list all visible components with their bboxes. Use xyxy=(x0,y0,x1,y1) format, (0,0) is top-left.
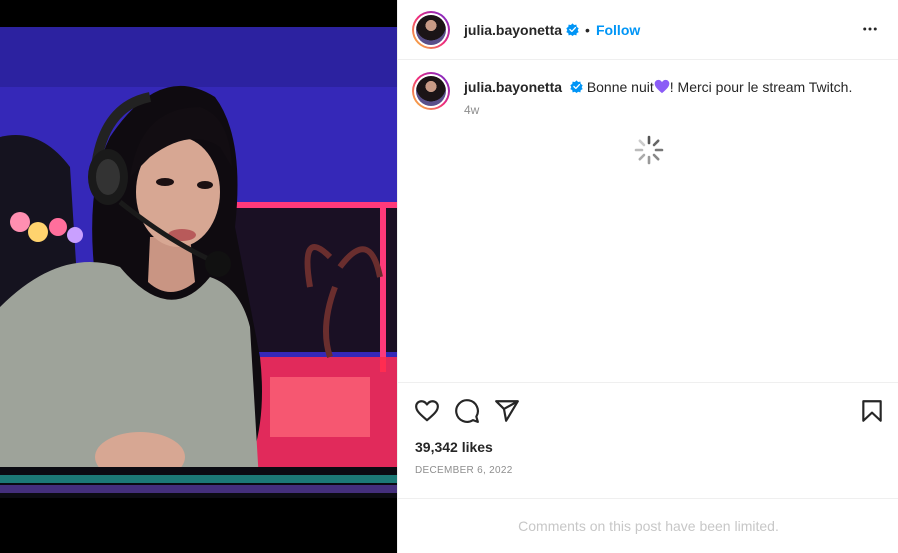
like-count[interactable]: 39,342 likes xyxy=(415,439,493,455)
share-icon[interactable] xyxy=(494,398,520,424)
caption-avatar[interactable] xyxy=(412,72,450,110)
post-photo[interactable] xyxy=(0,27,397,498)
post-header: julia.bayonetta • Follow xyxy=(398,0,898,60)
bookmark-icon[interactable] xyxy=(859,398,885,424)
verified-badge-icon xyxy=(566,23,579,36)
header-separator: • xyxy=(585,21,590,38)
avatar-image xyxy=(416,14,446,45)
comments-limited-notice: Comments on this post have been limited. xyxy=(398,498,898,553)
avatar-image xyxy=(416,76,446,106)
caption-text: julia.bayonetta Bonne nuit ! Merci pour l… xyxy=(464,72,852,110)
post-age[interactable]: 4w xyxy=(464,103,479,117)
purple-heart-emoji-icon xyxy=(654,79,670,94)
post-actions: 39,342 likes DECEMBER 6, 2022 xyxy=(398,382,898,498)
post-media[interactable] xyxy=(0,0,397,553)
caption-body-start: Bonne nuit xyxy=(586,79,654,95)
heart-icon[interactable] xyxy=(414,398,440,424)
post-details-panel: julia.bayonetta • Follow julia.bayonetta… xyxy=(397,0,898,553)
more-options-icon[interactable] xyxy=(861,20,879,38)
photo-illustration xyxy=(0,27,397,498)
avatar[interactable] xyxy=(412,10,450,49)
comment-icon[interactable] xyxy=(454,398,480,424)
follow-button[interactable]: Follow xyxy=(596,22,640,38)
caption-body-end: ! Merci pour le stream Twitch. xyxy=(669,79,853,95)
caption-username[interactable]: julia.bayonetta xyxy=(464,79,562,95)
post-date[interactable]: DECEMBER 6, 2022 xyxy=(415,465,513,476)
author-username[interactable]: julia.bayonetta xyxy=(464,22,562,38)
loading-spinner-icon xyxy=(634,135,664,165)
verified-badge-icon xyxy=(570,80,583,93)
